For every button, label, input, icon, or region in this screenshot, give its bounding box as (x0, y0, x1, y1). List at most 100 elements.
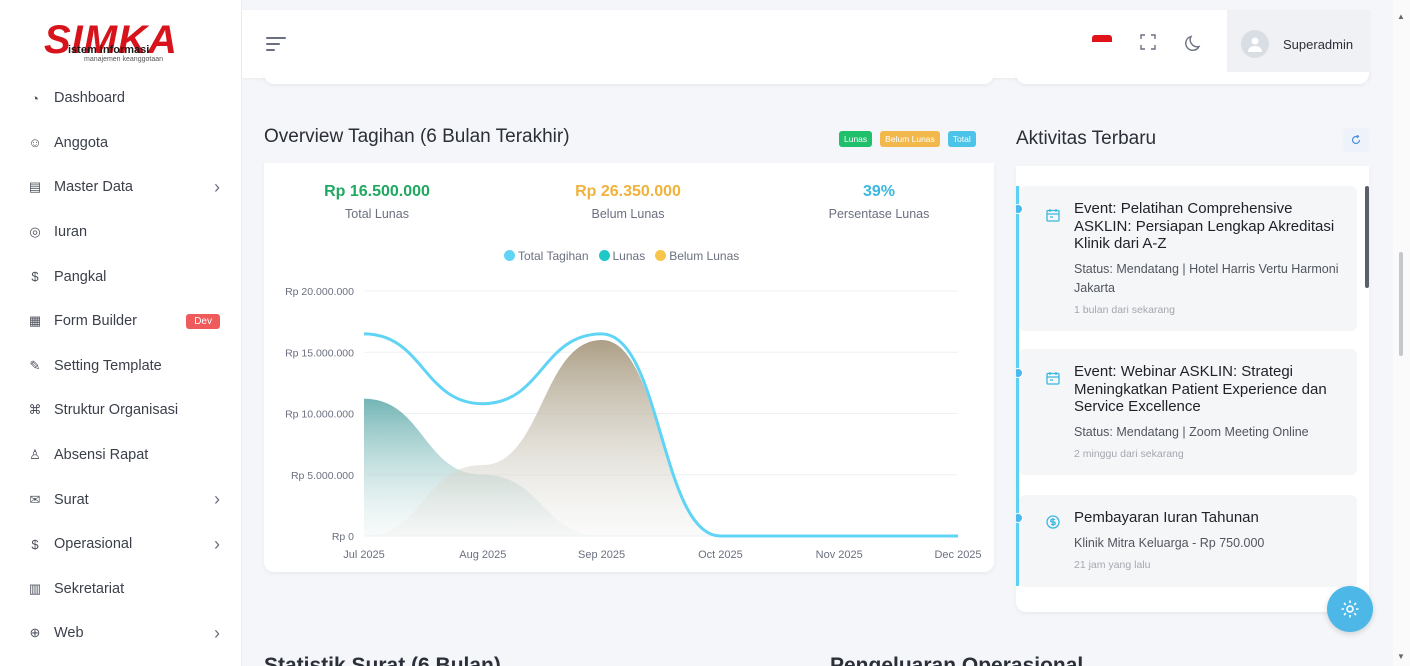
stat-label: Total Lunas (345, 207, 409, 221)
x-tick-label: Nov 2025 (816, 549, 863, 561)
overview-badges: Lunas Belum Lunas Total (839, 131, 976, 147)
card-above-left (264, 72, 994, 84)
timeline-dot (1016, 368, 1023, 378)
sidebar-item-form-builder[interactable]: ▦ Form Builder Dev (0, 299, 242, 344)
org-icon: ⌘ (28, 402, 42, 418)
activity-item[interactable]: Event: Webinar ASKLIN: Strategi Meningka… (1016, 349, 1357, 475)
sidebar-item-label: Operasional (54, 536, 133, 553)
sidebar-item-master-data[interactable]: ▤ Master Data › (0, 165, 242, 210)
sidebar-item-label: Dashboard (54, 90, 125, 107)
refresh-icon (1351, 135, 1361, 145)
y-tick-label: Rp 0 (332, 531, 354, 543)
simka-logo[interactable]: SIMKA istem informasi manajemen keanggot… (44, 18, 204, 68)
sidebar-item-dashboard[interactable]: ◔ Dashboard (0, 76, 242, 121)
logo-subtitle: istem informasi (68, 44, 150, 56)
y-tick-label: Rp 20.000.000 (285, 286, 354, 298)
activity-desc: Status: Mendatang | Hotel Harris Vertu H… (1074, 261, 1339, 295)
x-tick-label: Aug 2025 (459, 549, 506, 561)
activity-desc: Klinik Mitra Keluarga - Rp 750.000 (1074, 535, 1265, 550)
stat-value: Rp 26.350.000 (575, 183, 681, 200)
stat-value: Rp 16.500.000 (324, 183, 430, 200)
sidebar-nav: ◔ Dashboard ☺ Anggota ▤ Master Data › ◎ Iuran $ Pa… (0, 76, 242, 656)
legend-item-total[interactable]: Total Tagihan (504, 249, 589, 263)
chevron-right-icon: › (214, 533, 220, 554)
mail-icon: ✉ (29, 491, 41, 507)
refresh-button[interactable] (1343, 128, 1369, 152)
dark-mode-icon[interactable] (1184, 33, 1204, 53)
sidebar-item-sekretariat[interactable]: ▥ Sekretariat (0, 567, 242, 612)
sidebar-item-anggota[interactable]: ☺ Anggota (0, 121, 242, 166)
sidebar-item-setting-template[interactable]: ✎ Setting Template (0, 344, 242, 389)
settings-fab[interactable] (1327, 586, 1373, 632)
activity-time: 1 bulan dari sekarang (1074, 303, 1175, 316)
sidebar-item-struktur-organisasi[interactable]: ⌘ Struktur Organisasi (0, 388, 242, 433)
activity-scrollbar[interactable] (1365, 186, 1369, 288)
chevron-right-icon: › (214, 622, 220, 643)
sidebar-item-iuran[interactable]: ◎ Iuran (0, 210, 242, 255)
overview-title: Overview Tagihan (6 Bulan Terakhir) (264, 126, 570, 147)
stat-persentase-lunas: 39% Persentase Lunas (769, 183, 989, 221)
section-title-operasional: Pengeluaran Operasional (830, 654, 1084, 666)
scroll-thumb[interactable] (1399, 252, 1403, 356)
coin-icon (1046, 515, 1060, 529)
sidebar-item-label: Surat (54, 491, 89, 508)
coin-icon: ◎ (29, 224, 41, 240)
dev-badge: Dev (186, 313, 220, 329)
username: Superadmin (1283, 36, 1354, 52)
activity-card: Event: Pelatihan Comprehensive ASKLIN: P… (1016, 166, 1369, 612)
sidebar-item-label: Iuran (54, 224, 88, 241)
sidebar-item-label: Master Data (54, 179, 133, 196)
x-tick-label: Oct 2025 (698, 549, 743, 561)
scroll-up-icon[interactable]: ▲ (1397, 12, 1405, 21)
globe-icon: ⊕ (29, 625, 41, 641)
sidebar-item-web[interactable]: ⊕ Web › (0, 611, 242, 656)
user-menu[interactable]: Superadmin (1227, 10, 1370, 78)
gear-icon (1341, 600, 1359, 618)
timeline-dot (1016, 513, 1023, 523)
stat-total-lunas: Rp 16.500.000 Total Lunas (267, 183, 487, 221)
activity-name: Event: Pelatihan Comprehensive ASKLIN: P… (1074, 200, 1335, 252)
chart-legend: Total Tagihan Lunas Belum Lunas (504, 249, 739, 263)
users-icon: ☺ (28, 135, 42, 151)
sidebar-item-operasional[interactable]: $ Operasional › (0, 522, 242, 567)
x-tick-label: Jul 2025 (343, 549, 385, 561)
sidebar-item-label: Form Builder (54, 313, 137, 330)
chevron-right-icon: › (214, 489, 220, 510)
dashboard-icon: ◔ (31, 90, 39, 106)
sidebar-item-absensi-rapat[interactable]: ♙ Absensi Rapat (0, 433, 242, 478)
activity-item[interactable]: Event: Pelatihan Comprehensive ASKLIN: P… (1016, 186, 1357, 331)
scroll-down-icon[interactable]: ▼ (1397, 652, 1405, 661)
sidebar-item-surat[interactable]: ✉ Surat › (0, 477, 242, 522)
calendar-icon (1046, 372, 1060, 385)
sidebar-item-label: Anggota (54, 134, 109, 151)
activity-time: 2 minggu dari sekarang (1074, 447, 1184, 460)
sidebar-item-label: Pangkal (54, 268, 107, 285)
activity-title: Aktivitas Terbaru (1016, 128, 1157, 149)
activity-item[interactable]: Pembayaran Iuran Tahunan Klinik Mitra Ke… (1016, 495, 1357, 587)
stat-label: Belum Lunas (591, 207, 665, 221)
stat-label: Persentase Lunas (828, 207, 930, 221)
activity-time: 21 jam yang lalu (1074, 558, 1151, 571)
language-flag-icon[interactable] (1092, 35, 1112, 49)
fullscreen-icon[interactable] (1140, 34, 1156, 50)
avatar (1241, 30, 1269, 58)
sidebar-item-label: Struktur Organisasi (54, 402, 179, 419)
logo-tagline: manajemen keanggotaan (84, 56, 164, 63)
activity-name: Pembayaran Iuran Tahunan (1074, 509, 1259, 526)
y-tick-label: Rp 15.000.000 (285, 347, 354, 359)
legend-item-lunas[interactable]: Lunas (598, 249, 645, 263)
y-tick-label: Rp 10.000.000 (285, 409, 354, 421)
page-scrollbar[interactable]: ▲ ▼ (1393, 0, 1410, 666)
chevron-right-icon: › (214, 176, 220, 197)
topbar: Superadmin (242, 10, 1370, 78)
badge-total: Total (947, 131, 976, 147)
legend-item-belum-lunas[interactable]: Belum Lunas (655, 249, 739, 263)
card-above-right (1016, 72, 1369, 84)
database-icon: ▤ (28, 179, 42, 195)
x-tick-label: Dec 2025 (934, 549, 981, 561)
menu-toggle-icon[interactable] (266, 37, 286, 51)
sidebar-item-label: Setting Template (54, 357, 162, 374)
dollar-circle-icon: $ (31, 536, 39, 552)
sidebar-item-pangkal[interactable]: $ Pangkal (0, 254, 242, 299)
overview-card: Rp 16.500.000 Total Lunas Rp 26.350.000 … (264, 163, 994, 572)
